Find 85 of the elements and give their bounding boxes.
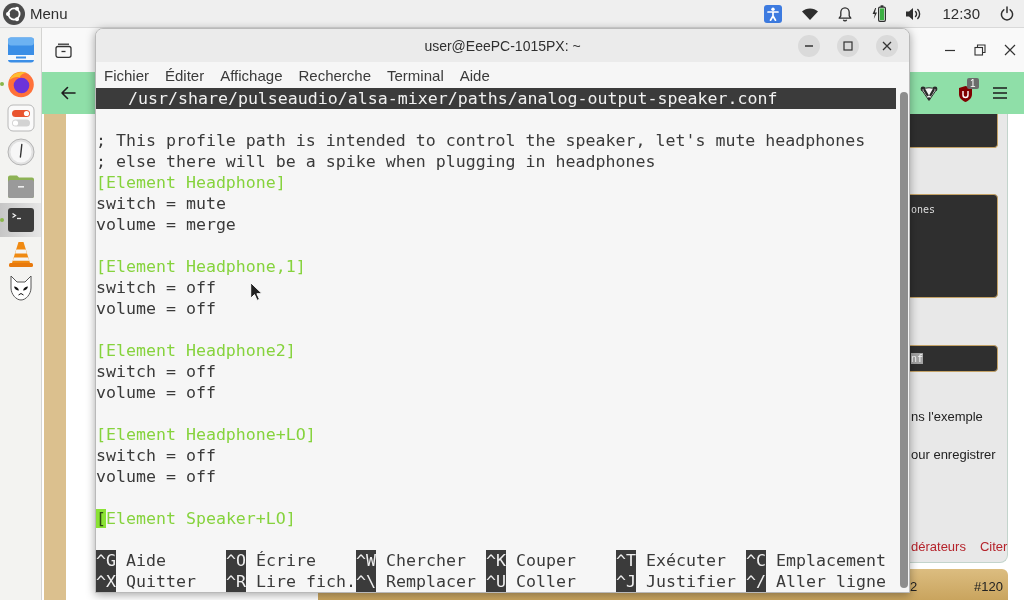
setting-line: volume = off xyxy=(96,466,216,487)
shortcut-key: ^K xyxy=(486,550,506,571)
close-icon xyxy=(882,40,892,51)
menu-icon[interactable] xyxy=(993,87,1007,99)
shortcut-label: Remplacer xyxy=(386,571,476,592)
menu-item[interactable]: Éditer xyxy=(157,63,213,87)
power-icon[interactable] xyxy=(1000,6,1014,21)
window-title: user@EeePC-1015PX: ~ xyxy=(424,37,581,54)
toggle-switches-icon xyxy=(6,104,35,132)
shortcut-key: ^\ xyxy=(356,571,376,592)
shortcut-label: Exécuter xyxy=(646,550,726,571)
maximize-icon xyxy=(843,40,853,51)
shortcut-key: ^T xyxy=(616,550,636,571)
code-fragment: ones xyxy=(911,204,936,215)
setting-line: switch = mute xyxy=(96,193,226,214)
shortcut-key: ^J xyxy=(616,571,636,592)
close-button[interactable] xyxy=(876,34,898,57)
menu-item[interactable]: Aide xyxy=(451,63,498,87)
shortcut-label: Aller ligne xyxy=(776,571,886,592)
code-fragment: nf xyxy=(911,353,924,364)
setting-line: volume = off xyxy=(96,382,216,403)
post-link[interactable]: dérateurs xyxy=(911,539,966,554)
setting-line: volume = merge xyxy=(96,214,236,235)
shortcut-label: Aide xyxy=(126,550,166,571)
setting-line: volume = off xyxy=(96,298,216,319)
notification-badge: 1 xyxy=(967,77,979,89)
shortcut-key: ^C xyxy=(746,550,766,571)
shortcut-key: ^X xyxy=(96,571,116,592)
shortcut-key: ^G xyxy=(96,550,116,571)
dock-launcher[interactable] xyxy=(0,203,41,237)
post-text: our enregistrer xyxy=(911,447,996,462)
setting-line: switch = off xyxy=(96,277,216,298)
shortcut-label: Justifier xyxy=(646,571,736,592)
back-arrow-icon[interactable] xyxy=(60,85,76,101)
section-header-line: [Element Headphone,1] xyxy=(96,256,306,277)
setting-line: switch = off xyxy=(96,445,216,466)
shortcut-label: Coller xyxy=(516,571,576,592)
setting-line: switch = off xyxy=(96,361,216,382)
post-number-link[interactable]: #120 xyxy=(974,579,1003,594)
post-link[interactable]: Citer xyxy=(979,539,1008,554)
comment-line: ; This profile path is intended to control the speaker, let's mute headphones xyxy=(96,130,866,151)
post-header-text: 2 xyxy=(910,579,918,594)
traffic-cone-icon xyxy=(6,240,35,268)
shortcut-label: Quitter xyxy=(126,571,196,592)
browser-icon xyxy=(6,70,35,98)
volume-icon[interactable] xyxy=(906,6,923,21)
shortcut-key: ^W xyxy=(356,550,376,571)
restore-icon[interactable] xyxy=(974,44,986,56)
section-header-line: [Element Headphone2] xyxy=(96,340,296,361)
mouse-pointer-icon xyxy=(250,282,262,301)
section-header-line: [Element Headphone+LO] xyxy=(96,424,316,445)
shortcut-label: Lire fich. xyxy=(256,571,356,592)
clock-time[interactable]: 12:30 xyxy=(942,5,980,22)
menu-item[interactable]: Recherche xyxy=(290,63,380,87)
scrollbar-thumb[interactable] xyxy=(900,92,908,588)
maximize-button[interactable] xyxy=(837,34,859,57)
accessibility-icon[interactable] xyxy=(764,4,783,23)
close-icon[interactable] xyxy=(1004,44,1016,56)
battery-icon[interactable] xyxy=(872,5,887,22)
post-text: ns l'exemple xyxy=(911,409,983,424)
section-header-line: [Element Headphone] xyxy=(96,172,286,193)
bell-icon[interactable] xyxy=(838,5,853,22)
menu-item[interactable]: Affichage xyxy=(212,63,291,87)
section-header-line: [Element Speaker+LO] xyxy=(96,508,296,529)
tab-tray-icon[interactable] xyxy=(55,42,72,58)
menu-button[interactable]: Menu xyxy=(3,0,68,27)
shortcut-key: ^U xyxy=(486,571,506,592)
comment-line: ; else there will be a spike when plugging in headphones xyxy=(96,151,656,172)
menu-item[interactable]: Terminal xyxy=(379,63,452,87)
circle-logo-icon xyxy=(3,2,25,25)
shortcut-label: Emplacement xyxy=(776,550,886,571)
terminal-icon xyxy=(6,206,35,234)
minimize-button[interactable] xyxy=(798,34,820,57)
file-path-bar: /usr/share/pulseaudio/alsa-mixer/paths/analog-output-speaker.conf xyxy=(96,88,896,109)
shortcut-label: Couper xyxy=(516,550,576,571)
badger-face-icon[interactable] xyxy=(920,85,938,101)
wifi-icon[interactable] xyxy=(802,7,819,20)
clock-icon xyxy=(6,138,35,166)
shortcut-key: ^R xyxy=(226,571,246,592)
shortcut-label: Chercher xyxy=(386,550,466,571)
shortcut-label: Écrire xyxy=(256,550,316,571)
shortcut-key: ^/ xyxy=(746,571,766,592)
menu-item[interactable]: Fichier xyxy=(96,63,157,87)
window-icon xyxy=(6,36,35,64)
shortcut-key: ^O xyxy=(226,550,246,571)
